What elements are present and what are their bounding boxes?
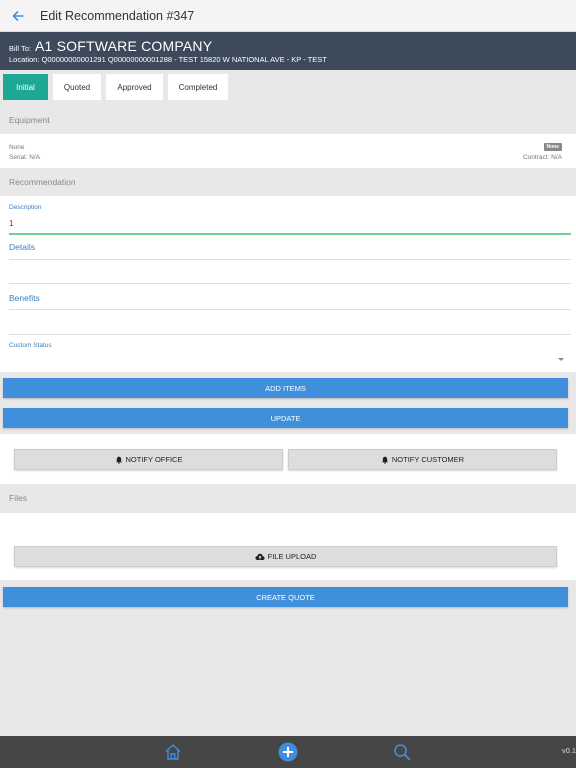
files-area: FILE UPLOAD [0,513,576,580]
bill-to-banner: Bill To: A1 SOFTWARE COMPANY Location: Q… [0,32,576,70]
description-input[interactable]: 1 [9,219,13,228]
details-label: Details [9,242,35,252]
description-underline [9,233,571,235]
recommendation-section-header: Recommendation [9,177,76,187]
bottom-nav-bar: v0.1 [0,736,576,768]
equipment-contract: Contract: N/A [522,153,562,161]
notify-office-button[interactable]: NOTIFY OFFICE [14,449,283,470]
equipment-serial: Serial: N/A [9,153,41,161]
status-tabs: Initial Quoted Approved Completed [0,74,576,100]
update-button[interactable]: UPDATE [3,408,568,428]
arrow-left-icon [12,10,24,21]
tab-quoted[interactable]: Quoted [53,74,101,100]
description-label: Description [9,204,42,211]
bill-to-company: A1 SOFTWARE COMPANY [34,38,213,54]
notify-customer-label: NOTIFY CUSTOMER [391,455,465,464]
tab-initial[interactable]: Initial [3,74,48,100]
equipment-section-header: Equipment [9,115,50,125]
recommendation-form: Description 1 Details Benefits Custom St… [0,196,576,372]
benefits-divider [9,309,571,310]
bell-icon [381,456,388,464]
add-items-button[interactable]: ADD ITEMS [3,378,568,398]
top-bar: Edit Recommendation #347 [0,0,576,32]
notify-area: NOTIFY OFFICE NOTIFY CUSTOMER [0,434,576,484]
benefits-label: Benefits [9,293,40,303]
custom-status-label: Custom Status [9,342,52,349]
custom-status-dropdown[interactable] [558,358,564,361]
equipment-card[interactable]: None None Serial: N/A Contract: N/A [0,134,576,168]
tab-completed[interactable]: Completed [168,74,228,100]
details-divider [9,259,571,260]
page-title: Edit Recommendation #347 [40,8,195,23]
bell-icon [115,456,122,464]
tab-approved[interactable]: Approved [106,74,163,100]
create-quote-button[interactable]: CREATE QUOTE [3,587,568,607]
plus-circle-icon[interactable] [278,742,298,762]
details-input[interactable] [9,283,571,284]
notify-office-label: NOTIFY OFFICE [125,455,183,464]
file-upload-label: FILE UPLOAD [267,552,317,561]
file-upload-button[interactable]: FILE UPLOAD [14,546,557,567]
equipment-name: None [9,143,25,151]
app-version: v0.1 [561,746,576,755]
back-button[interactable] [0,0,36,32]
search-icon[interactable] [392,742,412,762]
home-icon[interactable] [163,742,183,762]
files-section-header: Files [9,493,27,503]
bill-to-location: Location: Q00000000001291 Q0000000000128… [9,55,327,64]
benefits-input[interactable] [9,334,571,335]
notify-customer-button[interactable]: NOTIFY CUSTOMER [288,449,557,470]
equipment-status-badge: None [543,143,562,151]
cloud-upload-icon [255,553,265,560]
bill-to-label: Bill To: [9,44,31,53]
